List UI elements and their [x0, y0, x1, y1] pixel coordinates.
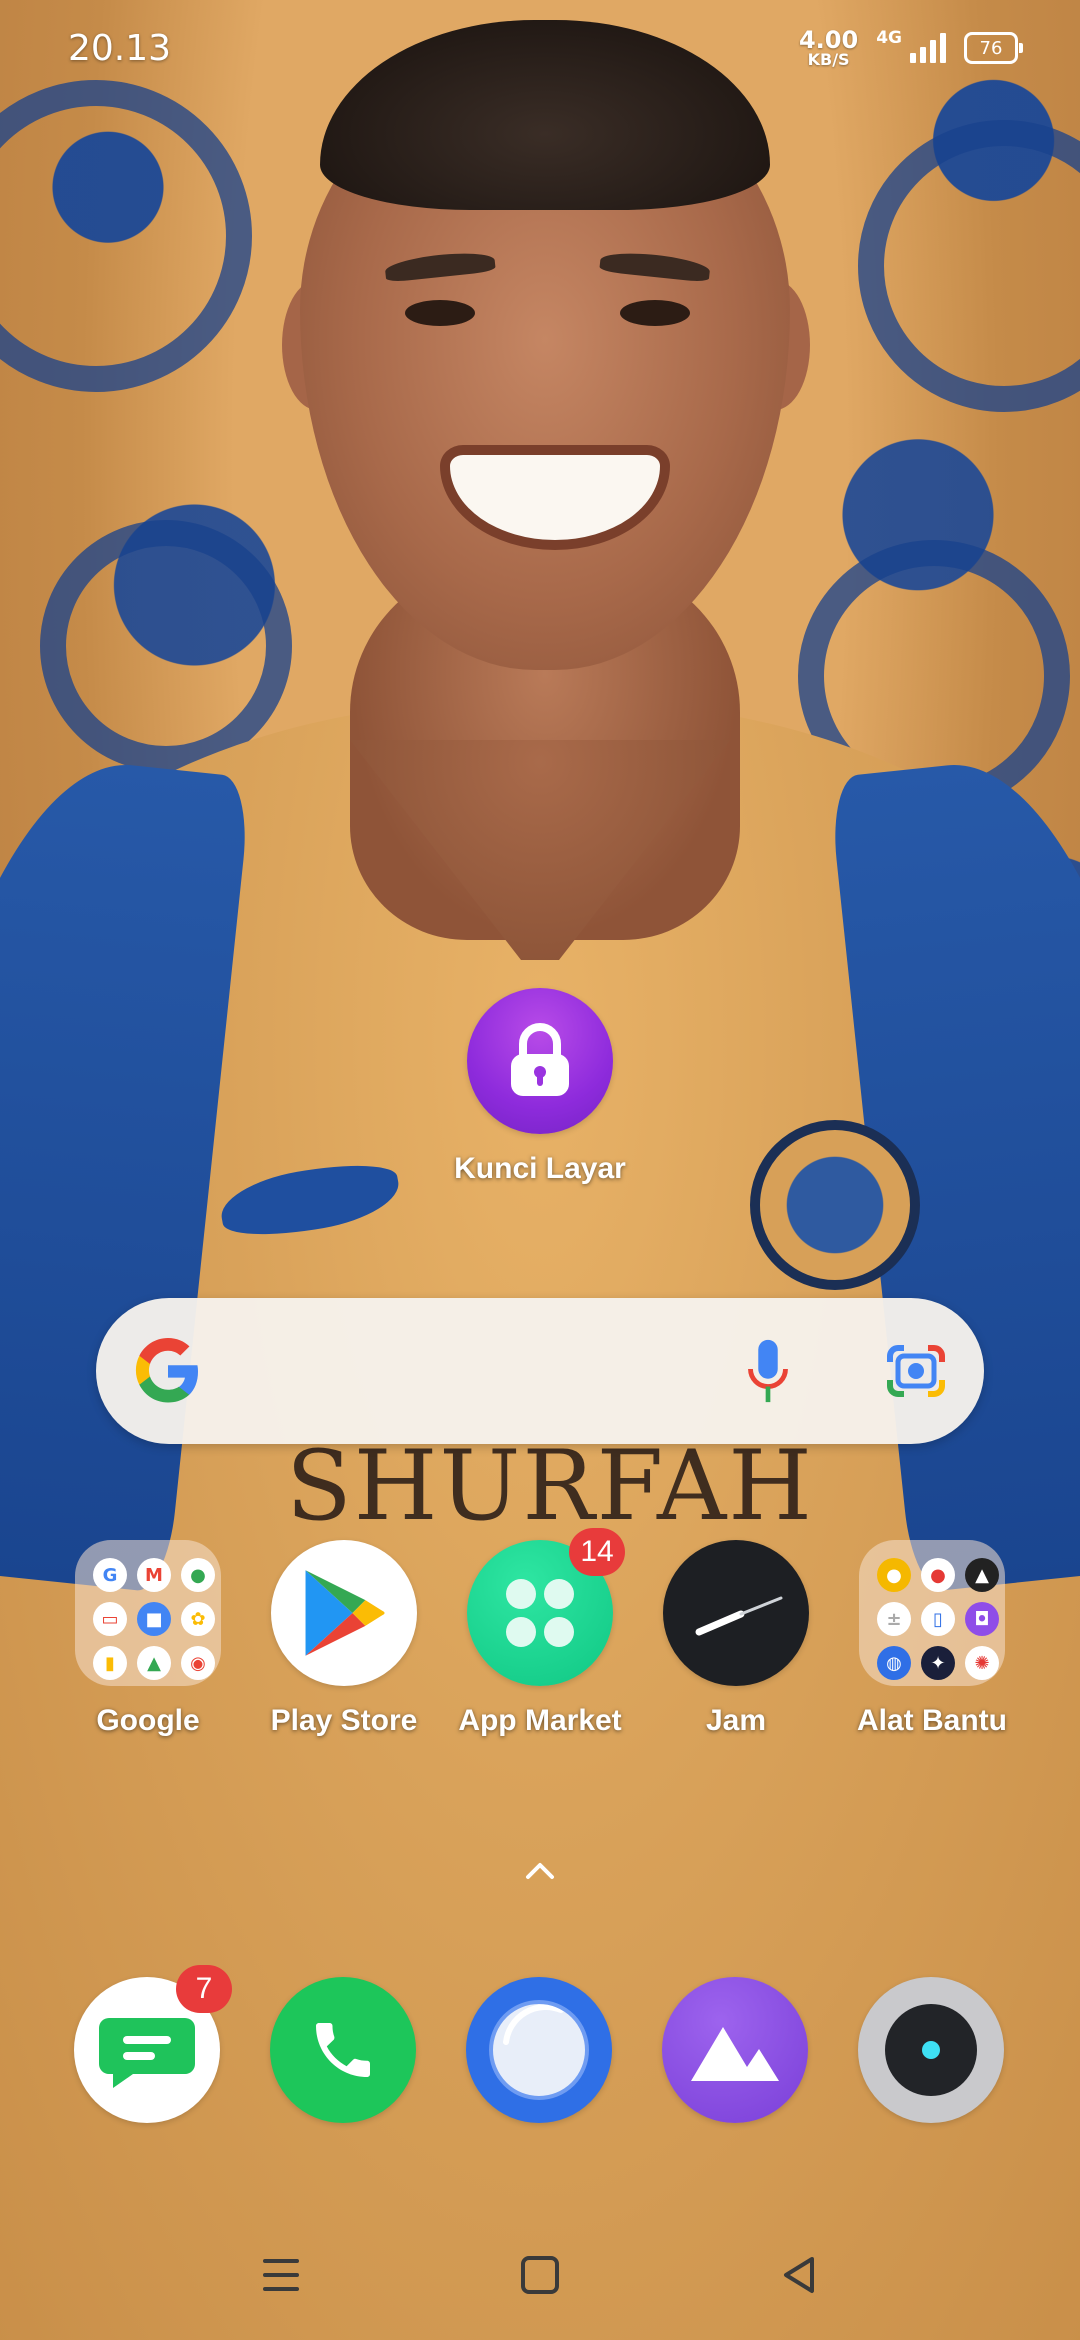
- weather-icon: ✦: [921, 1646, 955, 1680]
- maps-icon: ●: [181, 1558, 215, 1592]
- gallery-app[interactable]: [662, 1977, 808, 2123]
- microphone-icon[interactable]: [744, 1336, 792, 1406]
- wallpaper-pattern: [858, 120, 1080, 412]
- play-store-app[interactable]: Play Store: [244, 1540, 444, 1738]
- google-lens-icon[interactable]: [884, 1342, 948, 1400]
- menu-icon: [263, 2259, 299, 2291]
- jam-app[interactable]: Jam: [636, 1540, 836, 1738]
- home-button[interactable]: [495, 2230, 585, 2320]
- security-icon: ◘: [965, 1602, 999, 1636]
- lock-icon[interactable]: [467, 988, 613, 1134]
- browser-app[interactable]: [466, 1977, 612, 2123]
- wallpaper-club-crest: [750, 1120, 920, 1290]
- status-time: 20.13: [68, 27, 172, 69]
- meet-icon: ■: [137, 1602, 171, 1636]
- network-speed: 4.00 KB/S: [799, 28, 858, 68]
- alat-bantu-folder[interactable]: ● ● ▲ ± ▯ ◘ ◍ ✦ ✺ Alat Bantu: [832, 1540, 1032, 1738]
- app-market-badge: 14: [569, 1528, 625, 1576]
- clone-icon: ◍: [877, 1646, 911, 1680]
- battery-icon: 76: [964, 32, 1023, 64]
- clock-icon[interactable]: [663, 1540, 809, 1686]
- back-triangle-icon: [784, 2257, 814, 2293]
- chrome-icon: ◉: [181, 1646, 215, 1680]
- google-folder-label: Google: [96, 1704, 200, 1737]
- google-g-icon: G: [93, 1558, 127, 1592]
- google-search-bar[interactable]: [96, 1298, 984, 1444]
- camera-app[interactable]: [858, 1977, 1004, 2123]
- gmail-icon: M: [137, 1558, 171, 1592]
- google-folder-icon[interactable]: G M ● ▭ ■ ✿ ▮ ▲ ◉: [75, 1540, 221, 1686]
- messages-badge: 7: [176, 1965, 232, 2013]
- app-market-label: App Market: [458, 1704, 622, 1737]
- status-bar: 20.13 4.00 KB/S 4G 76: [0, 0, 1080, 96]
- browser-icon: [489, 2000, 589, 2100]
- kunci-layar-app[interactable]: Kunci Layar: [440, 988, 640, 1186]
- drive-icon: ▲: [137, 1646, 171, 1680]
- wallpaper-pattern: [40, 520, 292, 772]
- signal-strength-icon: [910, 33, 946, 63]
- alat-bantu-folder-icon[interactable]: ● ● ▲ ± ▯ ◘ ◍ ✦ ✺: [859, 1540, 1005, 1686]
- wallpaper-sponsor-text: SHURFAH: [286, 1430, 814, 1542]
- battery-level: 76: [979, 37, 1003, 59]
- wallpaper-eye: [620, 300, 690, 326]
- message-icon: [99, 2018, 195, 2088]
- tv-icon: ▭: [93, 1602, 127, 1636]
- alat-bantu-label: Alat Bantu: [857, 1704, 1007, 1737]
- messages-app[interactable]: 7: [74, 1965, 232, 2123]
- wallpaper-eye: [405, 300, 475, 326]
- file-manager-icon: ▯: [921, 1602, 955, 1636]
- clock-hands: [695, 1596, 783, 1636]
- google-g-icon: [135, 1338, 198, 1403]
- network-type: 4G: [876, 28, 902, 48]
- lock-glyph: [511, 1023, 569, 1096]
- calculator-icon: ±: [877, 1602, 911, 1636]
- network-speed-value: 4.00: [798, 26, 859, 54]
- phone-app[interactable]: [270, 1977, 416, 2123]
- navigation-bar: [0, 2230, 1080, 2320]
- gallery-icon: [691, 2027, 779, 2081]
- photos-icon: ✿: [181, 1602, 215, 1636]
- camera-icon: [885, 2004, 977, 2096]
- home-square-icon: [521, 2256, 559, 2294]
- kunci-layar-label: Kunci Layar: [454, 1152, 626, 1185]
- keep-icon: ▮: [93, 1646, 127, 1680]
- play-store-icon[interactable]: [271, 1540, 417, 1686]
- play-store-glyph: [305, 1570, 385, 1656]
- jam-label: Jam: [705, 1704, 767, 1737]
- app-market-app[interactable]: 14 App Market: [440, 1528, 640, 1738]
- recorder-icon: ●: [921, 1558, 955, 1592]
- compass-icon: ▲: [965, 1558, 999, 1592]
- phone-icon: [316, 2023, 370, 2077]
- google-folder[interactable]: G M ● ▭ ■ ✿ ▮ ▲ ◉ Google: [48, 1540, 248, 1738]
- network-speed-unit: KB/S: [807, 50, 850, 69]
- play-store-label: Play Store: [270, 1704, 418, 1737]
- recent-apps-button[interactable]: [236, 2230, 326, 2320]
- back-button[interactable]: [754, 2230, 844, 2320]
- status-indicators: 4.00 KB/S 4G 76: [799, 28, 1023, 68]
- contacts-icon: ●: [877, 1558, 911, 1592]
- app-market-icon[interactable]: 14: [467, 1528, 625, 1686]
- theme-store-icon: ✺: [965, 1646, 999, 1680]
- app-market-glyph: [506, 1579, 574, 1647]
- chevron-up-icon[interactable]: [522, 1853, 558, 1889]
- wallpaper-pattern: [0, 80, 252, 392]
